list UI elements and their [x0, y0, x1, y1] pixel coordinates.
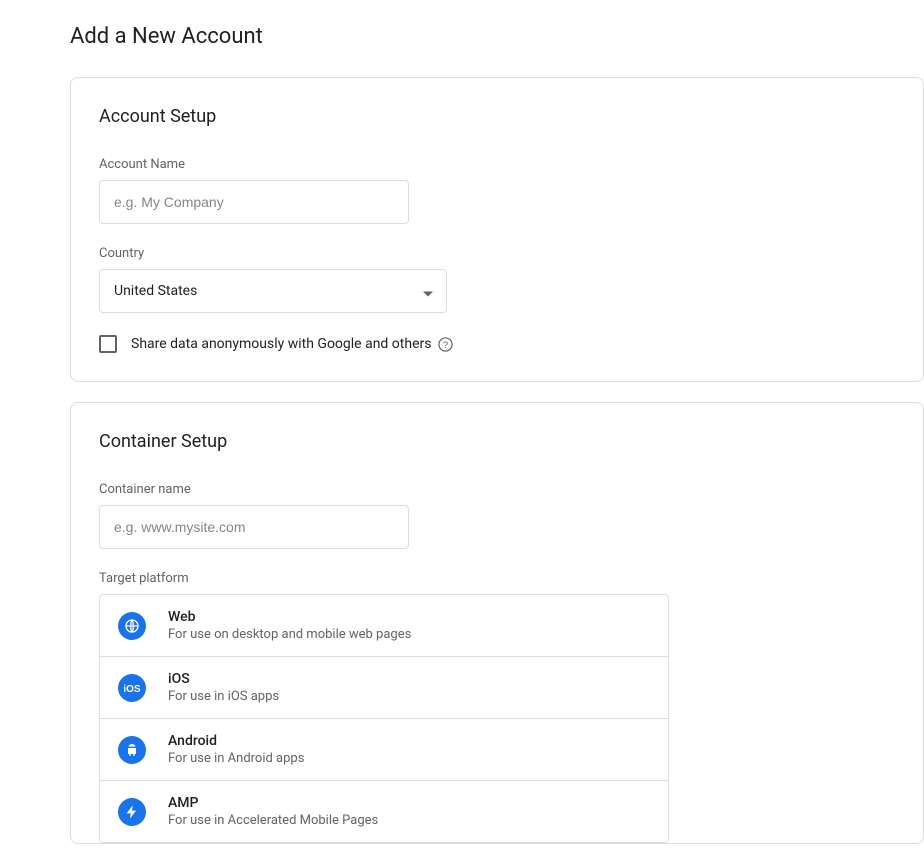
- platform-name: AMP: [168, 795, 378, 811]
- container-name-label: Container name: [99, 482, 895, 497]
- help-icon[interactable]: ?: [437, 336, 453, 352]
- platform-item-ios[interactable]: iOS iOS For use in iOS apps: [100, 657, 668, 719]
- platform-item-android[interactable]: Android For use in Android apps: [100, 719, 668, 781]
- account-setup-card: Account Setup Account Name Country Unite…: [70, 77, 924, 382]
- target-platform-label: Target platform: [99, 571, 895, 586]
- platform-name: iOS: [168, 671, 279, 687]
- share-data-text: Share data anonymously with Google and o…: [131, 336, 431, 352]
- svg-text:iOS: iOS: [123, 684, 141, 695]
- platform-desc: For use in iOS apps: [168, 689, 279, 704]
- android-icon: [118, 736, 146, 764]
- platform-list: Web For use on desktop and mobile web pa…: [99, 594, 669, 843]
- share-data-label: Share data anonymously with Google and o…: [131, 336, 453, 352]
- page-title: Add a New Account: [70, 24, 924, 49]
- account-setup-title: Account Setup: [99, 106, 895, 127]
- country-label: Country: [99, 246, 895, 261]
- country-select[interactable]: United States: [99, 269, 447, 313]
- platform-name: Web: [168, 609, 411, 625]
- amp-icon: [118, 798, 146, 826]
- platform-desc: For use in Android apps: [168, 751, 304, 766]
- platform-desc: For use in Accelerated Mobile Pages: [168, 813, 378, 828]
- svg-text:?: ?: [443, 339, 448, 349]
- platform-item-web[interactable]: Web For use on desktop and mobile web pa…: [100, 595, 668, 657]
- account-name-input[interactable]: [99, 180, 409, 224]
- container-setup-card: Container Setup Container name Target pl…: [70, 402, 924, 844]
- platform-desc: For use on desktop and mobile web pages: [168, 627, 411, 642]
- container-setup-title: Container Setup: [99, 431, 895, 452]
- country-value: United States: [114, 283, 197, 299]
- platform-item-amp[interactable]: AMP For use in Accelerated Mobile Pages: [100, 781, 668, 842]
- share-data-checkbox[interactable]: [99, 335, 117, 353]
- ios-icon: iOS: [118, 674, 146, 702]
- container-name-input[interactable]: [99, 505, 409, 549]
- web-icon: [118, 612, 146, 640]
- platform-name: Android: [168, 733, 304, 749]
- account-name-label: Account Name: [99, 157, 895, 172]
